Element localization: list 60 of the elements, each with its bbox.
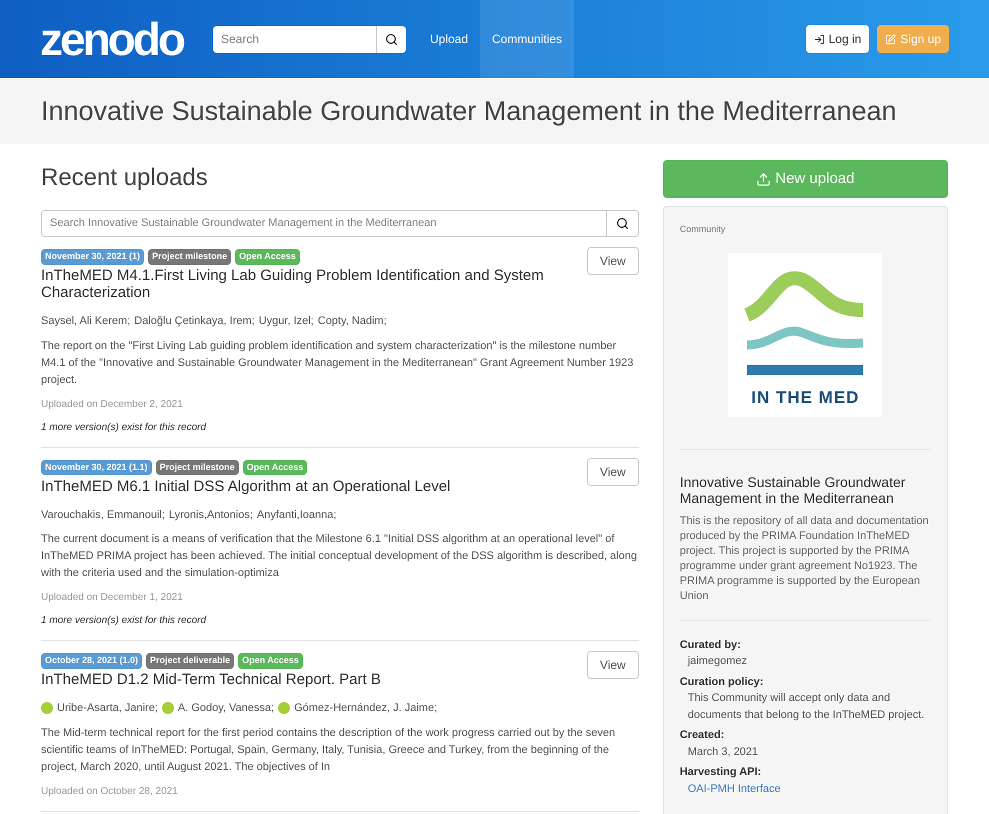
record-description: The current document is a means of verification that the Milestone 6.1 "Initial DSS algorithm at an operational level" of InTheMED PRIMA project has been achieved. The initial conceptual development of the DSS algorithm is described, along with the criteria used and the simulation-optimiza [41,532,638,581]
detail-value: jaimegomez [686,654,748,669]
record-badge: Project milestone [148,249,232,264]
logo-text: IN THE MED [751,386,860,408]
record-badge: October 28, 2021 (1.0) [41,653,142,668]
versions-note: 1 more version(s) exist for this record [41,420,208,434]
record-badge: Project milestone [156,460,239,475]
detail-term: Created: [680,728,726,743]
orcid-icon [162,702,174,714]
section-heading: Recent uploads [41,163,209,193]
edit-icon [885,34,896,44]
author-name[interactable]: Anyfanti,Ioanna; [256,506,336,523]
view-button[interactable]: View [586,651,639,679]
author-name[interactable]: Varouchakis, Emmanouil; [41,506,165,523]
record-badge: Project deliverable [146,653,234,668]
nav-link[interactable]: Communities [480,0,574,78]
detail-value: March 3, 2021 [686,744,760,760]
upload-icon [756,172,772,186]
record-badge: November 30, 2021 (1.1) [41,460,152,475]
record-description: The Mid-term technical report for the first period contains the description of the work progress carried out by the seven scientific teams of InTheMED: Portugal, Spain, Germany, Italy, Tunisia, Greece and Turkey, from the beginning of the project, March 2020, until August 2021. The objectives of In [41,726,616,774]
zenodo-logo[interactable]: zenodo [40,16,183,62]
detail-value: This Community will accept only data and documents that belong to the InTheMED project. [686,691,926,722]
interface-link[interactable]: OAI-PMH Interface [680,780,931,797]
search-button[interactable] [606,210,639,237]
author-name[interactable]: Copty, Nadim; [318,313,387,330]
orcid-icon [278,702,290,714]
view-button[interactable]: View [586,247,639,275]
search-button[interactable] [376,26,406,52]
author-name[interactable]: A. Godoy, Vanessa; [178,700,274,716]
detail-term: Curated by: [680,638,742,652]
page-title: Innovative Sustainable Groundwater Management in the Mediterranean [41,94,897,128]
author-name[interactable]: Daloğlu Çetinkaya, Irem; [134,313,255,330]
upload-date: Uploaded on October 28, 2021 [41,784,179,798]
view-button[interactable]: View [586,458,639,486]
author-name[interactable]: Gómez-Hernández, J. Jaime; [294,700,438,716]
record-badge: November 30, 2021 (1) [41,249,144,264]
record-badge: Open Access [242,460,308,475]
search-icon [616,217,629,230]
orcid-icon [41,702,53,714]
record-badge: Open Access [238,653,303,668]
upload-date: Uploaded on December 2, 2021 [41,398,184,412]
search-field[interactable]: Search [212,26,376,52]
author-name[interactable]: Saysel, Ali Kerem; [41,313,130,330]
detail-term: Harvesting API: [680,765,762,780]
author-name[interactable]: Uygur, Izel; [258,313,314,330]
author-name[interactable]: Uribe-Asarta, Janire; [57,700,158,716]
author-name[interactable]: Lyronis,Antonios; [168,506,253,523]
record-description: The report on the "First Living Lab guiding problem identification and system characterization" is the milestone number M4.1 of the "Innovative and Sustainable Groundwater Management in the Mediterranean" Grant Agreement Number 1923 project. [41,338,634,388]
search-icon [384,32,398,46]
community-description: This is the repository of all data and documentation produced by the PRIMA Foundation InTheMED project. This project is supported by the PRIMA programme under grant agreement No1923. The PRIMA programme is supported by the European Union [680,514,930,604]
nav-link[interactable]: Upload [418,0,480,78]
login-button[interactable]: Log in [806,25,870,53]
community-name: Innovative Sustainable Groundwater Management in the Mediterranean [680,474,906,506]
detail-term: Curation policy: [680,674,764,690]
versions-note: 1 more version(s) exist for this record [41,614,208,628]
community-search-field[interactable]: Search Innovative Sustainable Groundwater Management in the Mediterranean [41,210,607,237]
panel-label: Community [680,223,726,236]
upload-date: Uploaded on December 1, 2021 [41,591,184,605]
login-icon [814,34,825,44]
record-badge: Open Access [235,249,300,264]
